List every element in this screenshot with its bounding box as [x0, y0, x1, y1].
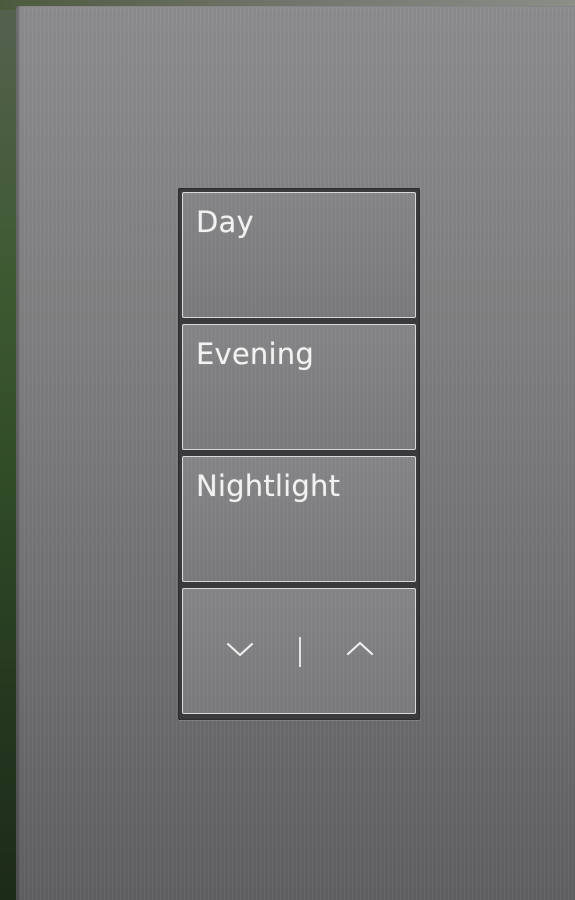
scene-button-label: Evening [196, 337, 314, 371]
scene-button-label: Nightlight [196, 469, 341, 503]
photo-scene: Day Evening Nightlight [0, 0, 575, 900]
keypad: Day Evening Nightlight [178, 188, 420, 720]
chevron-down-icon [226, 642, 254, 657]
scene-button-evening[interactable]: Evening [182, 324, 416, 450]
scene-button-nightlight[interactable]: Nightlight [182, 456, 416, 582]
raise-lower-rocker [182, 588, 416, 714]
scene-button-label: Day [196, 205, 254, 239]
raise-lower-group [183, 589, 415, 713]
chevron-up-icon [346, 641, 374, 656]
lower-button[interactable] [183, 589, 300, 713]
raise-button[interactable] [300, 589, 417, 713]
scene-button-day[interactable]: Day [182, 192, 416, 318]
